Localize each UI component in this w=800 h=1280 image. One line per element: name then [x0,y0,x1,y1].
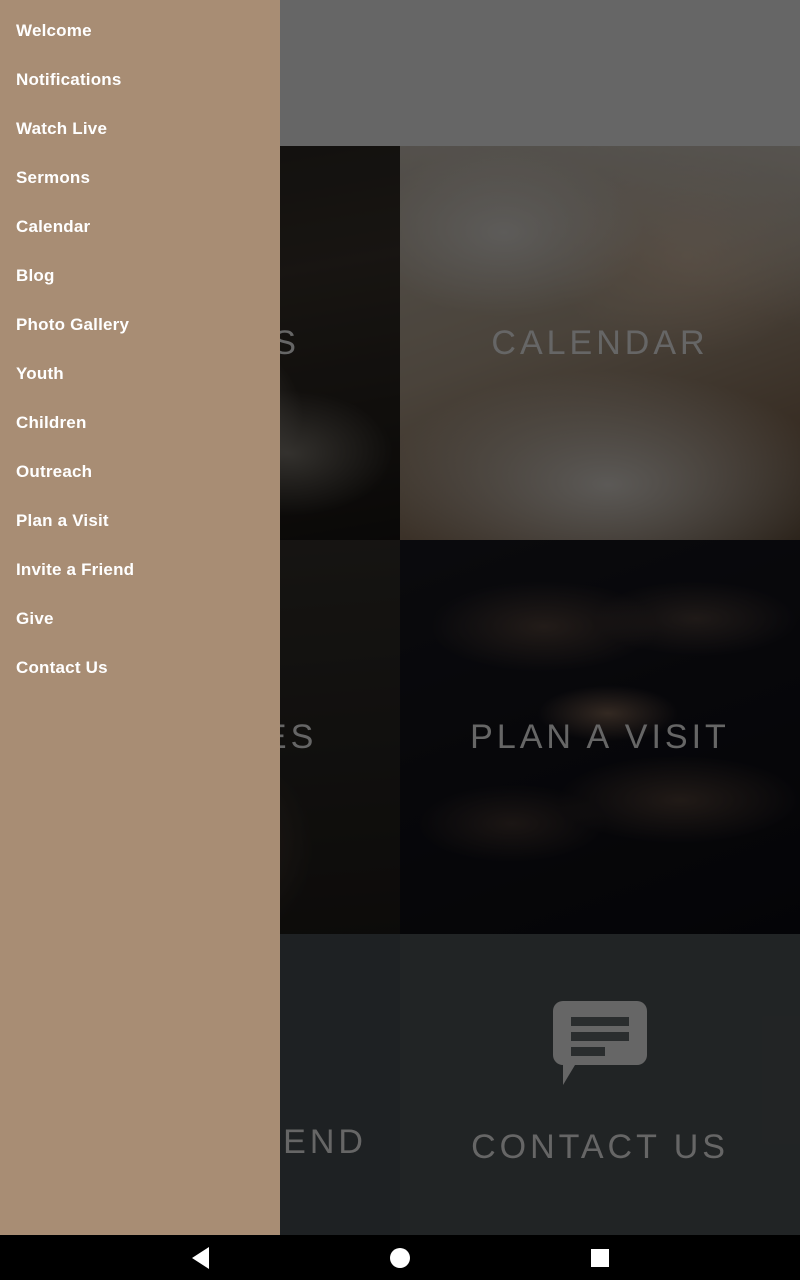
sidebar-item-outreach[interactable]: Outreach [0,447,280,496]
tile-contact-us[interactable]: CONTACT US [400,934,800,1235]
tile-label: PLAN A VISIT [470,717,730,756]
home-button[interactable] [300,1235,500,1280]
sidebar-item-label: Invite a Friend [16,560,135,579]
sidebar-item-label: Youth [16,364,64,383]
sidebar-item-label: Sermons [16,168,91,187]
sidebar-item-watch-live[interactable]: Watch Live [0,104,280,153]
sidebar-item-calendar[interactable]: Calendar [0,202,280,251]
sidebar-item-welcome[interactable]: Welcome [0,6,280,55]
system-navigation-bar [0,1235,800,1280]
sidebar-item-label: Outreach [16,462,93,481]
tile-plan-a-visit[interactable]: PLAN A VISIT [400,540,800,934]
sidebar-item-label: Plan a Visit [16,511,109,530]
sidebar-item-label: Notifications [16,70,122,89]
sidebar-item-give[interactable]: Give [0,594,280,643]
sidebar-item-label: Welcome [16,21,92,40]
navigation-drawer: Welcome Notifications Watch Live Sermons… [0,0,280,1235]
sidebar-item-label: Children [16,413,87,432]
sidebar-item-notifications[interactable]: Notifications [0,55,280,104]
home-circle-icon [390,1247,410,1268]
sidebar-item-label: Contact Us [16,658,108,677]
recents-square-icon [591,1248,609,1267]
sidebar-item-label: Calendar [16,217,91,236]
sidebar-item-label: Watch Live [16,119,108,138]
sidebar-item-label: Blog [16,266,55,285]
back-button[interactable] [100,1235,300,1280]
sidebar-item-label: Give [16,609,54,628]
tile-calendar[interactable]: CALENDAR [400,146,800,540]
sidebar-item-sermons[interactable]: Sermons [0,153,280,202]
sidebar-item-youth[interactable]: Youth [0,349,280,398]
chat-icon [553,1001,647,1086]
sidebar-item-plan-a-visit[interactable]: Plan a Visit [0,496,280,545]
sidebar-item-photo-gallery[interactable]: Photo Gallery [0,300,280,349]
sidebar-item-label: Photo Gallery [16,315,130,334]
tile-label: CONTACT US [471,1128,729,1167]
recents-button[interactable] [500,1235,700,1280]
sidebar-item-blog[interactable]: Blog [0,251,280,300]
sidebar-item-children[interactable]: Children [0,398,280,447]
tile-label: CALENDAR [491,323,709,362]
app-screen: CAC SERMONS CALENDAR MINISTRIES PLAN A V… [0,0,800,1280]
sidebar-item-contact-us[interactable]: Contact Us [0,643,280,692]
sidebar-item-invite-a-friend[interactable]: Invite a Friend [0,545,280,594]
back-triangle-icon [191,1246,209,1269]
